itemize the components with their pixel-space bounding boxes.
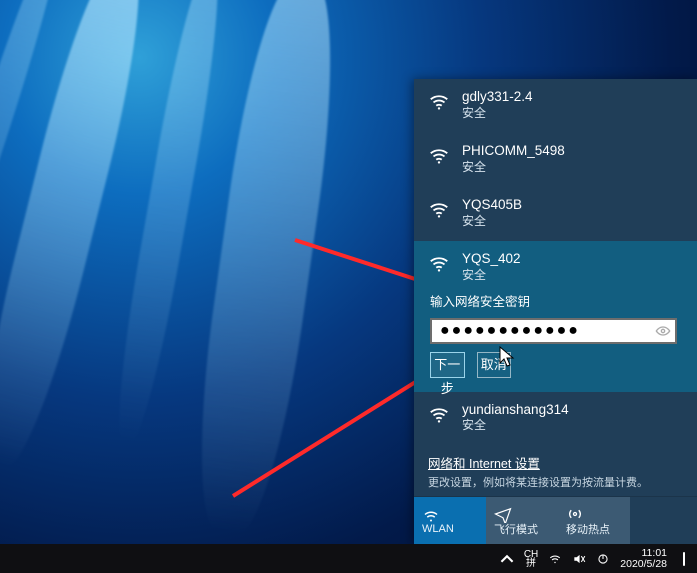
network-item-active[interactable]: YQS_402 安全 输入网络安全密钥 下一步 取消 [414,241,697,392]
wifi-icon [428,253,450,275]
network-status: 安全 [462,418,569,433]
network-item[interactable]: yundianshang314 安全 [414,392,697,446]
quick-tiles: WLAN 飞行模式 移动热点 [414,496,697,544]
network-item[interactable]: gdly331-2.4 安全 [414,79,697,133]
tray-power-icon[interactable] [596,552,610,566]
password-label: 输入网络安全密钥 [430,291,530,310]
tile-label: WLAN [422,523,454,535]
tray-wifi-icon[interactable] [548,552,562,566]
taskbar: CH 拼 11:01 2020/5/28 [0,544,697,573]
network-ssid: PHICOMM_5498 [462,143,565,160]
action-center-icon[interactable] [679,553,691,565]
wifi-icon [428,91,450,113]
network-status: 安全 [462,106,533,121]
wifi-icon [422,507,440,521]
taskbar-clock[interactable]: 11:01 2020/5/28 [620,548,669,570]
wifi-icon [428,199,450,221]
tray-volume-icon[interactable] [572,552,586,566]
network-ssid: gdly331-2.4 [462,89,533,106]
network-settings-link[interactable]: 网络和 Internet 设置 [414,445,697,474]
airplane-icon [494,505,512,519]
tile-airplane[interactable]: 飞行模式 [486,497,558,544]
network-ssid: yundianshang314 [462,402,569,419]
tile-label: 飞行模式 [494,521,538,537]
system-tray: CH 拼 11:01 2020/5/28 [500,548,697,570]
network-list: gdly331-2.4 安全 PHICOMM_5498 安全 YQS405B 安… [414,79,697,445]
network-ssid: YQS_402 [462,251,521,268]
hotspot-icon [566,505,584,519]
wifi-icon [428,145,450,167]
reveal-password-icon[interactable] [655,323,671,339]
mouse-cursor [499,346,515,368]
password-input[interactable] [430,318,677,344]
next-button[interactable]: 下一步 [430,352,465,378]
network-status: 安全 [462,268,521,283]
tray-chevron-up-icon[interactable] [500,552,514,566]
network-item[interactable]: YQS405B 安全 [414,187,697,241]
tile-label: 移动热点 [566,521,610,537]
ime-indicator[interactable]: CH 拼 [524,550,538,568]
network-status: 安全 [462,160,565,175]
network-settings-subtext: 更改设置，例如将某连接设置为按流量计费。 [414,474,697,496]
tile-hotspot[interactable]: 移动热点 [558,497,630,544]
network-ssid: YQS405B [462,197,522,214]
wifi-icon [428,404,450,426]
network-item[interactable]: PHICOMM_5498 安全 [414,133,697,187]
tile-wlan[interactable]: WLAN [414,497,486,544]
network-flyout: gdly331-2.4 安全 PHICOMM_5498 安全 YQS405B 安… [414,79,697,544]
network-status: 安全 [462,214,522,229]
